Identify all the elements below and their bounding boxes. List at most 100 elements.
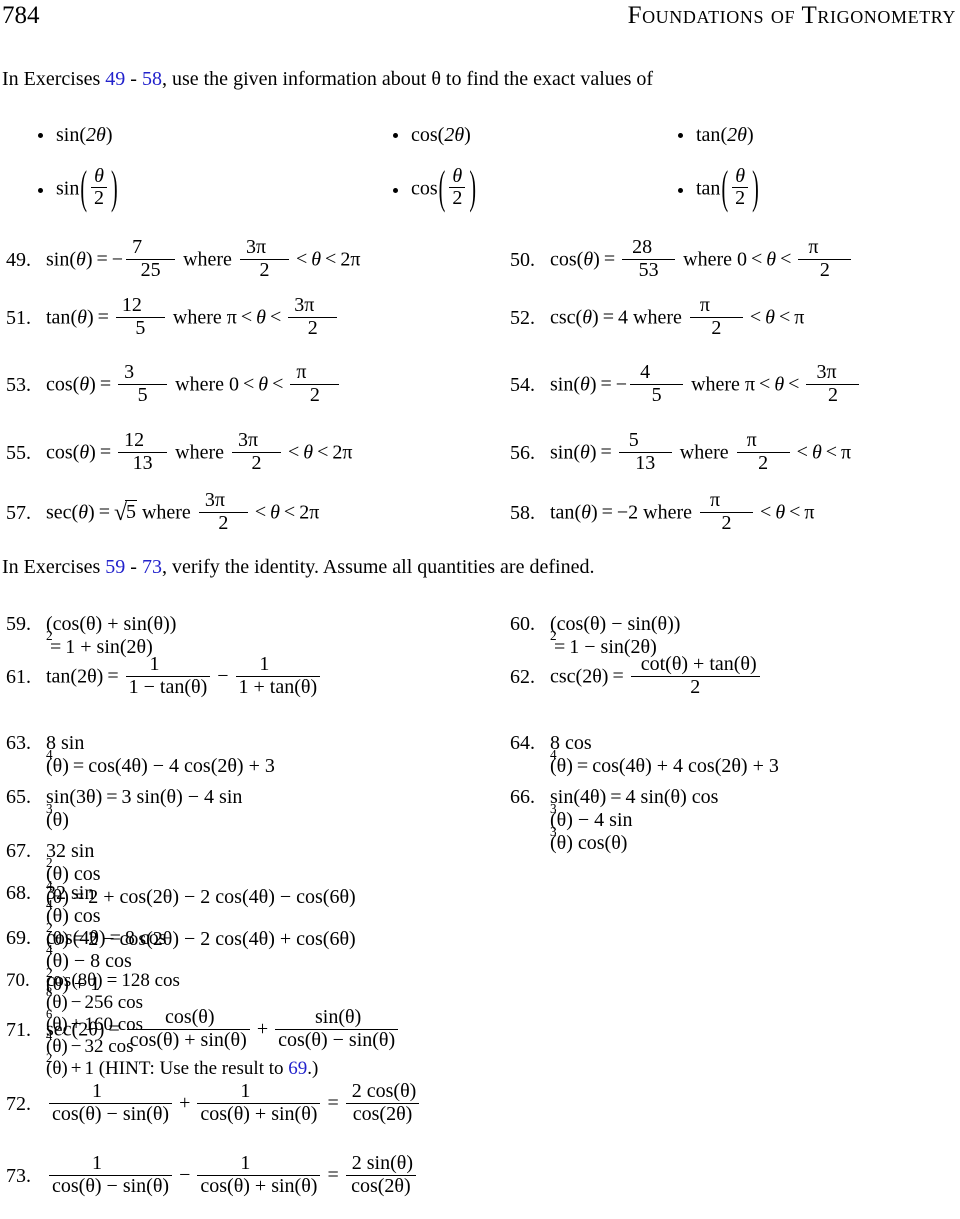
lower-bound: 0: [736, 248, 747, 271]
exercise-number: 72.: [6, 1093, 31, 1116]
rel2: <: [788, 373, 800, 396]
exercise-number: 50.: [510, 249, 535, 272]
exercise-range-start-link[interactable]: 49: [105, 68, 125, 90]
exercise-number: 57.: [6, 502, 31, 525]
fraction-denominator: 1 − tan(θ): [125, 675, 211, 699]
fraction-numerator: 5: [628, 428, 639, 451]
fraction-1: cos(θ) cos(θ) + sin(θ): [126, 1005, 250, 1052]
fraction-denominator: cos(2θ): [345, 1174, 416, 1198]
operator: −: [179, 1164, 191, 1187]
lower-bound: π: [744, 373, 756, 396]
lower-bound-fraction: 3π 2: [198, 488, 248, 535]
where: where: [183, 248, 232, 271]
equals: =: [106, 970, 118, 991]
bullet-fn: tan: [696, 124, 721, 146]
variable: θ: [775, 501, 786, 524]
exercise-number: 55.: [6, 442, 31, 465]
where: where: [633, 306, 682, 329]
bullet-item-sin-half-theta: sin(θ 2): [0, 162, 355, 214]
equals: =: [600, 441, 612, 464]
fraction-numerator: 12: [124, 428, 145, 451]
arg: θ: [580, 373, 590, 396]
exercise-55: 55. cos(θ) =12 13 where 3π 2 < θ <2π: [0, 428, 500, 477]
rel1: <: [750, 248, 763, 271]
bullet-fn: tan: [696, 177, 721, 200]
fraction-numerator: θ: [735, 164, 746, 187]
fraction-denominator: cos(θ) + sin(θ): [197, 1174, 321, 1198]
equals: =: [600, 373, 612, 396]
page-header: 784 Foundations of Trigonometry: [0, 2, 960, 30]
hint-open: (HINT: Use the result to: [98, 1058, 284, 1079]
equals: =: [107, 665, 119, 688]
range-dash: -: [130, 68, 137, 90]
exercise-number: 71.: [6, 1019, 31, 1042]
fn: sin: [550, 373, 574, 396]
fraction-numerator: 2 sin(θ): [351, 1151, 413, 1174]
instructions-prefix: In Exercises: [2, 68, 101, 90]
exercise-range-start-link[interactable]: 59: [105, 556, 125, 578]
fraction-denominator: cos(θ) − sin(θ): [275, 1028, 399, 1052]
lower-bound-fraction: π2: [736, 429, 790, 475]
variable: θ: [811, 441, 822, 464]
where: where: [691, 373, 740, 396]
upper-bound: 2π: [340, 248, 361, 271]
range-dash: -: [130, 556, 137, 578]
book-title: Foundations of Trigonometry: [627, 2, 956, 29]
fraction-denominator: 5: [630, 383, 684, 407]
rhs-part-b: (θ): [46, 809, 69, 831]
fraction-numerator: 28: [632, 235, 653, 258]
equals: =: [106, 786, 118, 808]
rel2: <: [283, 501, 296, 524]
lower-bound-fraction: π2: [700, 489, 754, 535]
exercise-row-51-52: 51. tan(θ) =12 5 where π < θ <3π 2 52. csc(θ) =…: [0, 294, 960, 342]
fraction-numerator: π: [296, 360, 307, 383]
bullet-item-sin-2theta: sin(2θ): [0, 124, 355, 147]
rhs-part-b: (θ) − 8 cos: [46, 950, 132, 972]
value: 2: [628, 501, 639, 524]
upper-bound: 2π: [299, 501, 320, 524]
fraction-denominator: 2: [290, 383, 340, 407]
upper-bound: π: [794, 306, 805, 329]
operator: −: [217, 665, 229, 688]
rhs: cos(4θ) − 4 cos(2θ) + 3: [88, 755, 275, 777]
fraction-numerator: 1: [240, 1151, 251, 1174]
term-5: 1: [84, 1058, 94, 1079]
bullet-dot-icon: [393, 187, 398, 193]
fraction-numerator: π: [808, 235, 819, 258]
rhs: cos(4θ) + 4 cos(2θ) + 3: [592, 755, 779, 777]
fraction-numerator: cos(θ): [164, 1005, 215, 1028]
exercise-row-49-50: 49. sin(θ) = −7 25 where 3π 2 < θ <2π 50. cos(θ…: [0, 235, 960, 284]
fn: sin: [46, 248, 70, 271]
hint-close: .): [307, 1058, 319, 1079]
half-angle-fraction: θ2: [91, 165, 108, 210]
sign: −: [615, 373, 628, 396]
fraction-numerator: 1: [240, 1079, 251, 1102]
exercise-number: 54.: [510, 374, 535, 397]
lhs-argument: (θ): [550, 755, 573, 777]
fraction-denominator: 5: [115, 316, 165, 340]
exercise-range-end-link[interactable]: 73: [142, 556, 162, 578]
fraction-1: 11 − tan(θ): [125, 653, 211, 699]
rel2: <: [789, 501, 801, 524]
fraction-denominator: 2: [231, 451, 281, 475]
where: where: [141, 501, 191, 524]
instructions-suffix: , use the given information about θ to f…: [161, 68, 654, 90]
fraction-3: 2 cos(θ) cos(2θ): [345, 1080, 420, 1126]
square-root: √5: [114, 500, 137, 527]
fraction-denominator: 13: [118, 451, 168, 475]
exercise-number: 68.: [6, 882, 31, 904]
fraction-2: 1 cos(θ) + sin(θ): [197, 1079, 321, 1126]
right-paren: ): [111, 162, 118, 215]
bullet-dot-icon: [38, 133, 43, 138]
rel2: <: [272, 373, 284, 396]
exercise-number: 70.: [6, 970, 30, 991]
where: where: [643, 501, 693, 524]
hint-reference-link[interactable]: 69: [288, 1058, 307, 1079]
exercise-range-end-link[interactable]: 58: [142, 68, 162, 90]
equals: =: [109, 927, 121, 949]
rel2: <: [778, 306, 791, 329]
variable: θ: [303, 441, 314, 464]
lhs-argument: (θ): [46, 755, 69, 777]
fraction-numerator: 3π: [204, 488, 225, 511]
rel2: <: [825, 441, 838, 464]
